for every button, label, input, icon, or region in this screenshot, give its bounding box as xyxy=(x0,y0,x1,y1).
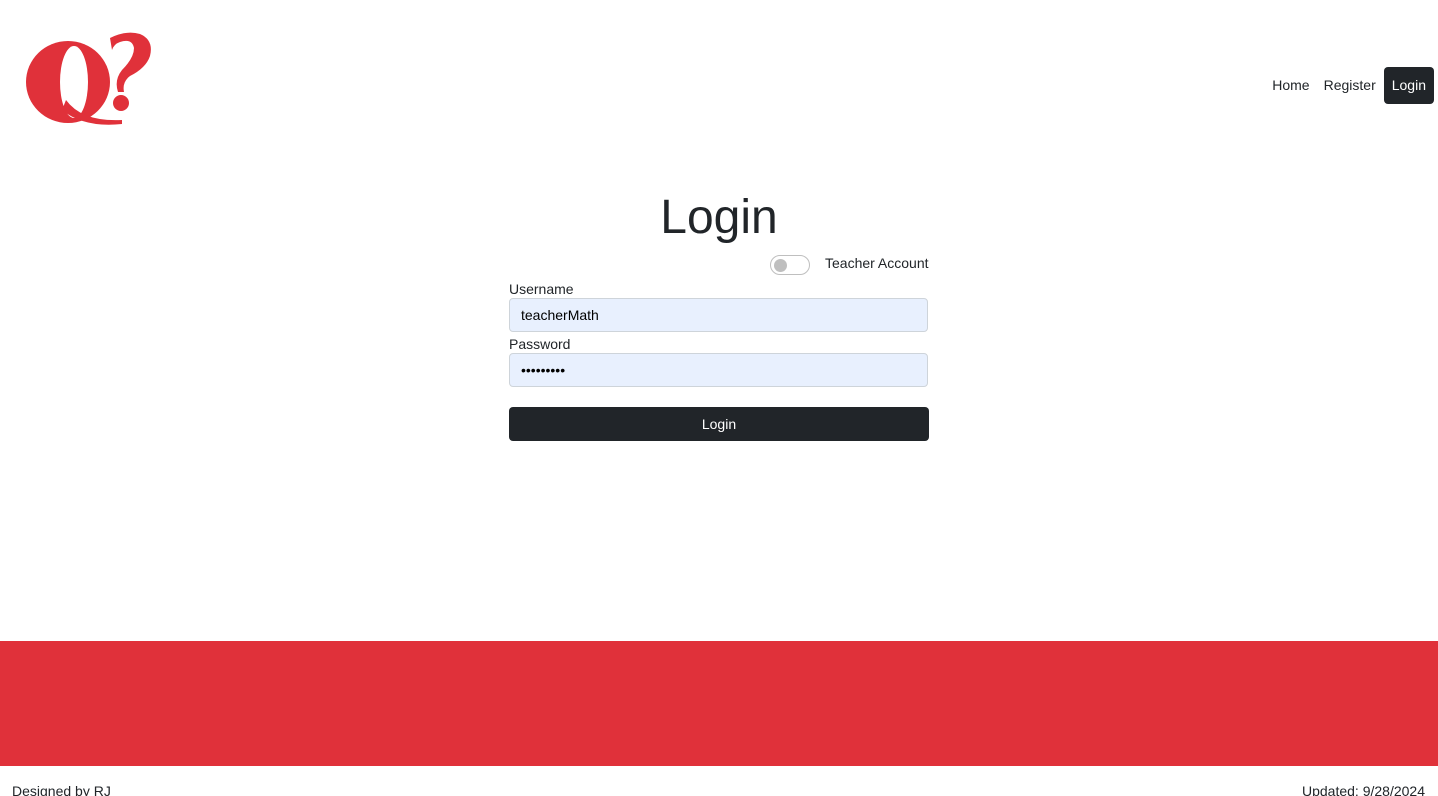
password-label: Password xyxy=(509,336,571,352)
nav-home-link[interactable]: Home xyxy=(1265,67,1316,104)
switch-knob xyxy=(774,259,787,272)
password-input[interactable] xyxy=(509,353,928,387)
teacher-account-switch[interactable] xyxy=(770,255,810,275)
username-label: Username xyxy=(509,281,574,297)
login-submit-button[interactable]: Login xyxy=(509,407,929,441)
footer-band xyxy=(0,641,1438,766)
page: Home Register Login Login Teacher Accoun… xyxy=(0,0,1438,796)
username-input[interactable] xyxy=(509,298,928,332)
footer-updated-date: Updated: 9/28/2024 xyxy=(1302,783,1425,796)
nav-login-link[interactable]: Login xyxy=(1383,67,1434,104)
teacher-account-label: Teacher Account xyxy=(825,255,929,271)
top-nav: Home Register Login xyxy=(1265,67,1434,104)
nav-register-link[interactable]: Register xyxy=(1317,67,1383,104)
footer-credit: Designed by RJ xyxy=(12,783,111,796)
login-form: Username Password Login xyxy=(509,279,929,441)
page-title: Login xyxy=(660,191,778,244)
site-logo[interactable] xyxy=(22,30,152,126)
teacher-account-toggle-row: Teacher Account xyxy=(770,254,929,276)
